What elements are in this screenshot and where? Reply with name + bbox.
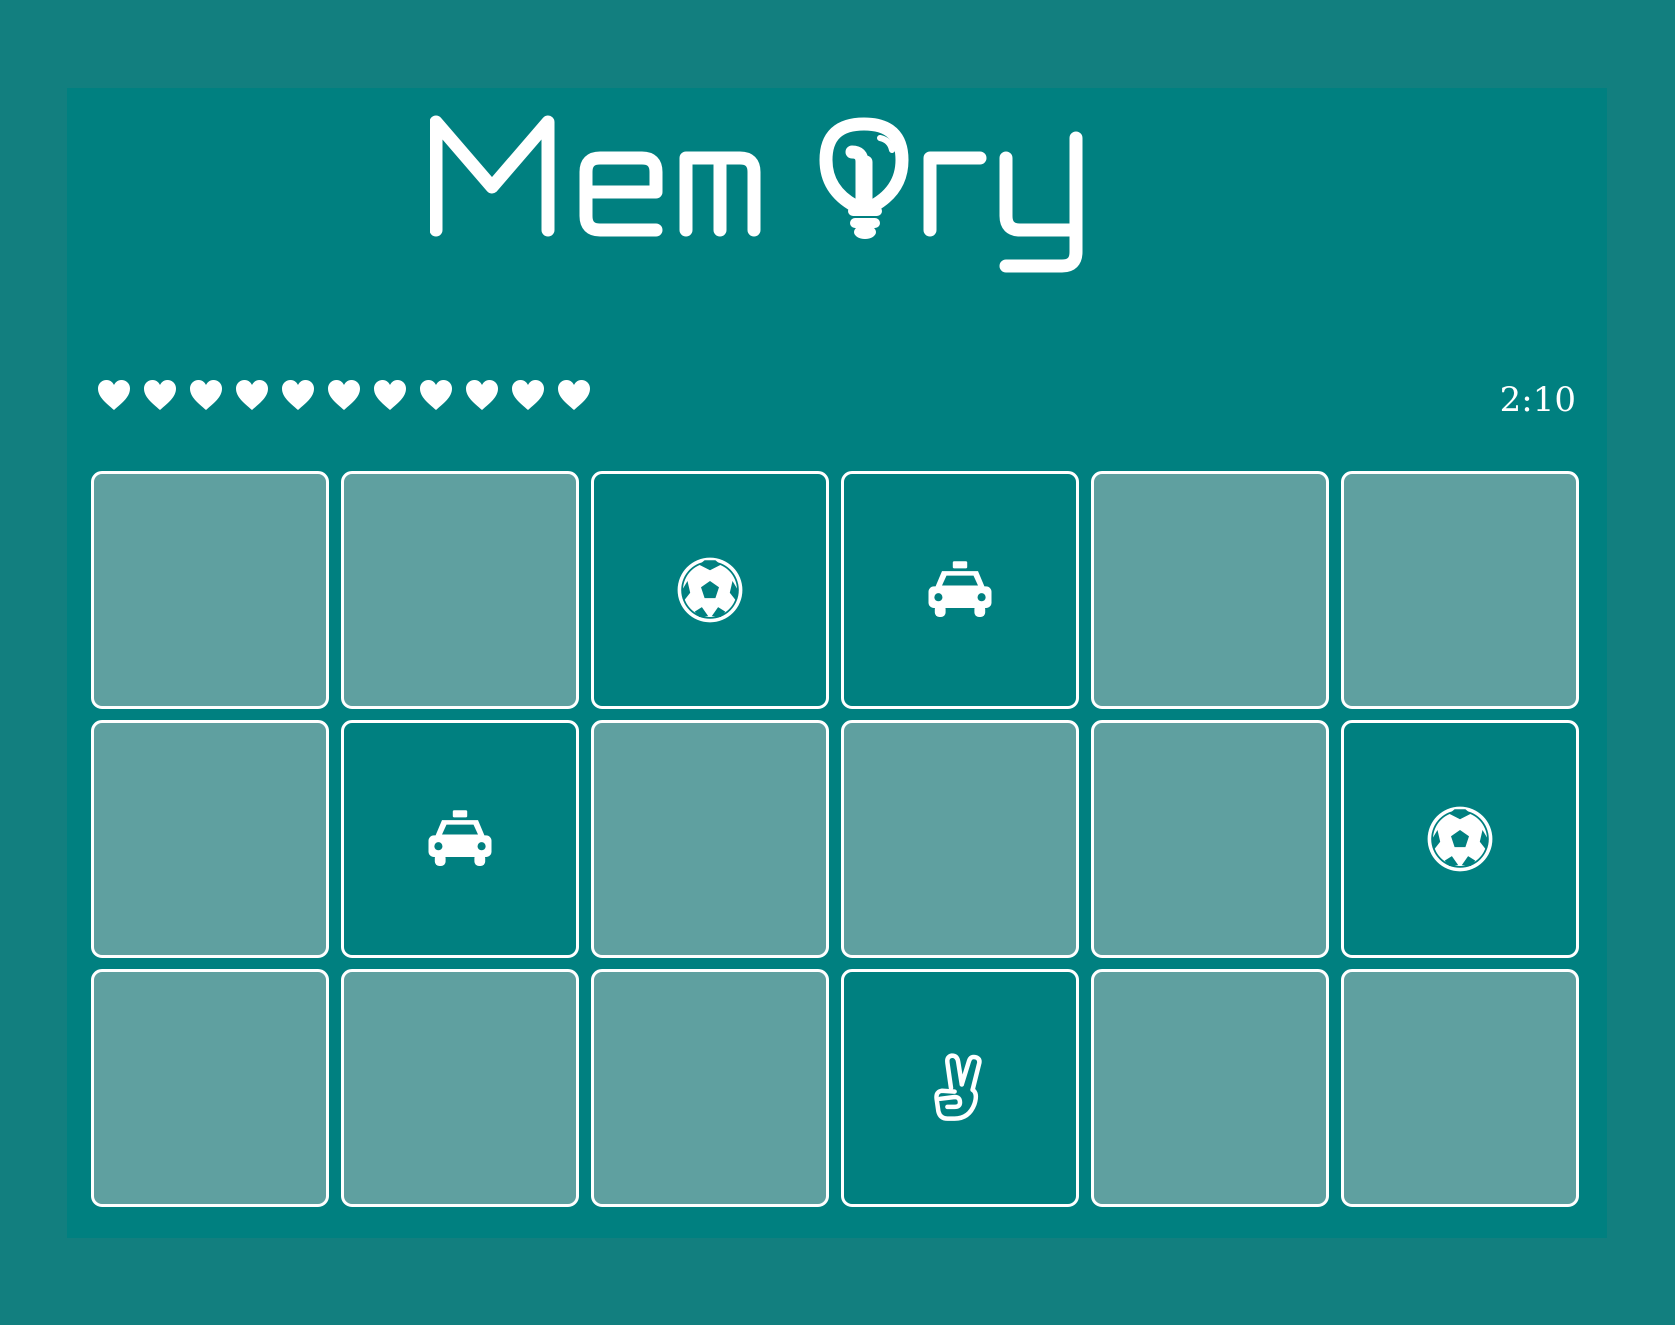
memory-card[interactable] [1341, 720, 1579, 958]
memory-card[interactable] [1341, 969, 1579, 1207]
heart-icon [466, 380, 498, 410]
soccer-ball-icon [677, 557, 743, 623]
memory-card[interactable] [341, 471, 579, 709]
status-bar: 2:10 [96, 378, 1576, 422]
memory-card[interactable] [1091, 720, 1329, 958]
memory-card[interactable] [1091, 471, 1329, 709]
memory-card[interactable] [341, 969, 579, 1207]
memory-card[interactable] [591, 969, 829, 1207]
memory-card[interactable] [841, 720, 1079, 958]
memory-card[interactable] [841, 471, 1079, 709]
soccer-ball-icon [1427, 806, 1493, 872]
memory-card[interactable] [1091, 969, 1329, 1207]
card-grid [91, 471, 1584, 1207]
heart-icon [144, 380, 176, 410]
heart-icon [420, 380, 452, 410]
memory-card[interactable] [841, 969, 1079, 1207]
memory-card[interactable] [91, 969, 329, 1207]
heart-icon [512, 380, 544, 410]
memory-card[interactable] [591, 720, 829, 958]
peace-hand-icon [934, 1053, 982, 1121]
heart-icon [328, 380, 360, 410]
memory-card[interactable] [1341, 471, 1579, 709]
memory-logo [430, 115, 1083, 273]
heart-icon [282, 380, 314, 410]
memory-card[interactable] [91, 471, 329, 709]
lives-hearts [96, 378, 592, 412]
taxi-icon [928, 561, 992, 617]
taxi-icon [428, 810, 492, 866]
heart-icon [236, 380, 268, 410]
heart-icon [374, 380, 406, 410]
heart-icon [98, 380, 130, 410]
memory-card[interactable] [91, 720, 329, 958]
memory-card[interactable] [591, 471, 829, 709]
heart-icon [558, 380, 590, 410]
memory-card[interactable] [341, 720, 579, 958]
heart-icon [190, 380, 222, 410]
timer: 2:10 [1499, 380, 1576, 420]
